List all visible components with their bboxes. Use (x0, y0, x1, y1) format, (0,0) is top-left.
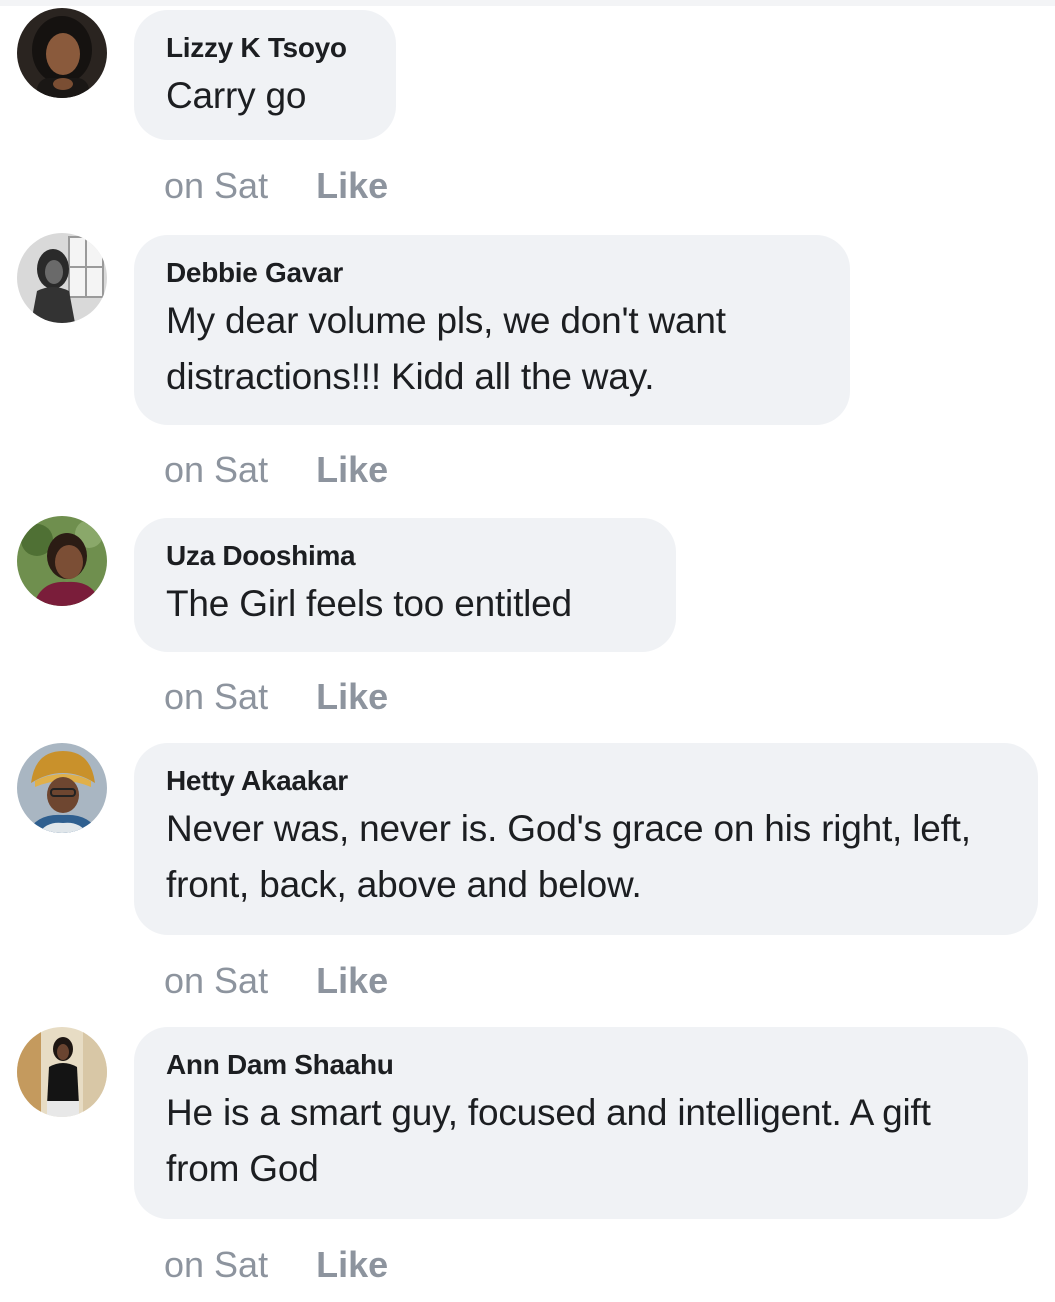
comment-author[interactable]: Lizzy K Tsoyo (166, 30, 366, 66)
comment-timestamp[interactable]: on Sat (164, 676, 268, 717)
comment-text: Never was, never is. God's grace on his … (166, 808, 971, 905)
comment-author[interactable]: Ann Dam Shaahu (166, 1047, 998, 1083)
avatar[interactable] (17, 8, 107, 98)
comment-meta: on Sat Like (164, 961, 388, 1001)
avatar[interactable] (17, 743, 107, 833)
comment-timestamp[interactable]: on Sat (164, 960, 268, 1001)
comment-meta: on Sat Like (164, 677, 388, 717)
avatar[interactable] (17, 1027, 107, 1117)
profile-photo-icon (17, 743, 107, 833)
comment-author[interactable]: Hetty Akaakar (166, 763, 1008, 799)
comment-author[interactable]: Uza Dooshima (166, 538, 646, 574)
top-divider (0, 0, 1055, 6)
profile-photo-icon (17, 516, 107, 606)
comment-text: The Girl feels too entitled (166, 583, 572, 624)
comment-bubble: Lizzy K Tsoyo Carry go (134, 10, 396, 140)
comment-timestamp[interactable]: on Sat (164, 1244, 268, 1285)
comment-text: Carry go (166, 75, 307, 116)
comment-bubble: Debbie Gavar My dear volume pls, we don'… (134, 235, 850, 425)
comment-text: My dear volume pls, we don't want distra… (166, 300, 726, 397)
like-button[interactable]: Like (316, 449, 388, 490)
profile-photo-icon (17, 1027, 107, 1117)
like-button[interactable]: Like (316, 1244, 388, 1285)
like-button[interactable]: Like (316, 676, 388, 717)
comment-bubble: Hetty Akaakar Never was, never is. God's… (134, 743, 1038, 935)
like-button[interactable]: Like (316, 960, 388, 1001)
profile-photo-icon (17, 8, 107, 98)
like-button[interactable]: Like (316, 165, 388, 206)
comment-timestamp[interactable]: on Sat (164, 165, 268, 206)
profile-photo-icon (17, 233, 107, 323)
comment-meta: on Sat Like (164, 450, 388, 490)
comment-bubble: Uza Dooshima The Girl feels too entitled (134, 518, 676, 652)
comment-timestamp[interactable]: on Sat (164, 449, 268, 490)
comment-text: He is a smart guy, focused and intellige… (166, 1092, 931, 1189)
comment-meta: on Sat Like (164, 1245, 388, 1285)
avatar[interactable] (17, 516, 107, 606)
comment-meta: on Sat Like (164, 166, 388, 206)
comment-bubble: Ann Dam Shaahu He is a smart guy, focuse… (134, 1027, 1028, 1219)
avatar[interactable] (17, 233, 107, 323)
comment-author[interactable]: Debbie Gavar (166, 255, 820, 291)
